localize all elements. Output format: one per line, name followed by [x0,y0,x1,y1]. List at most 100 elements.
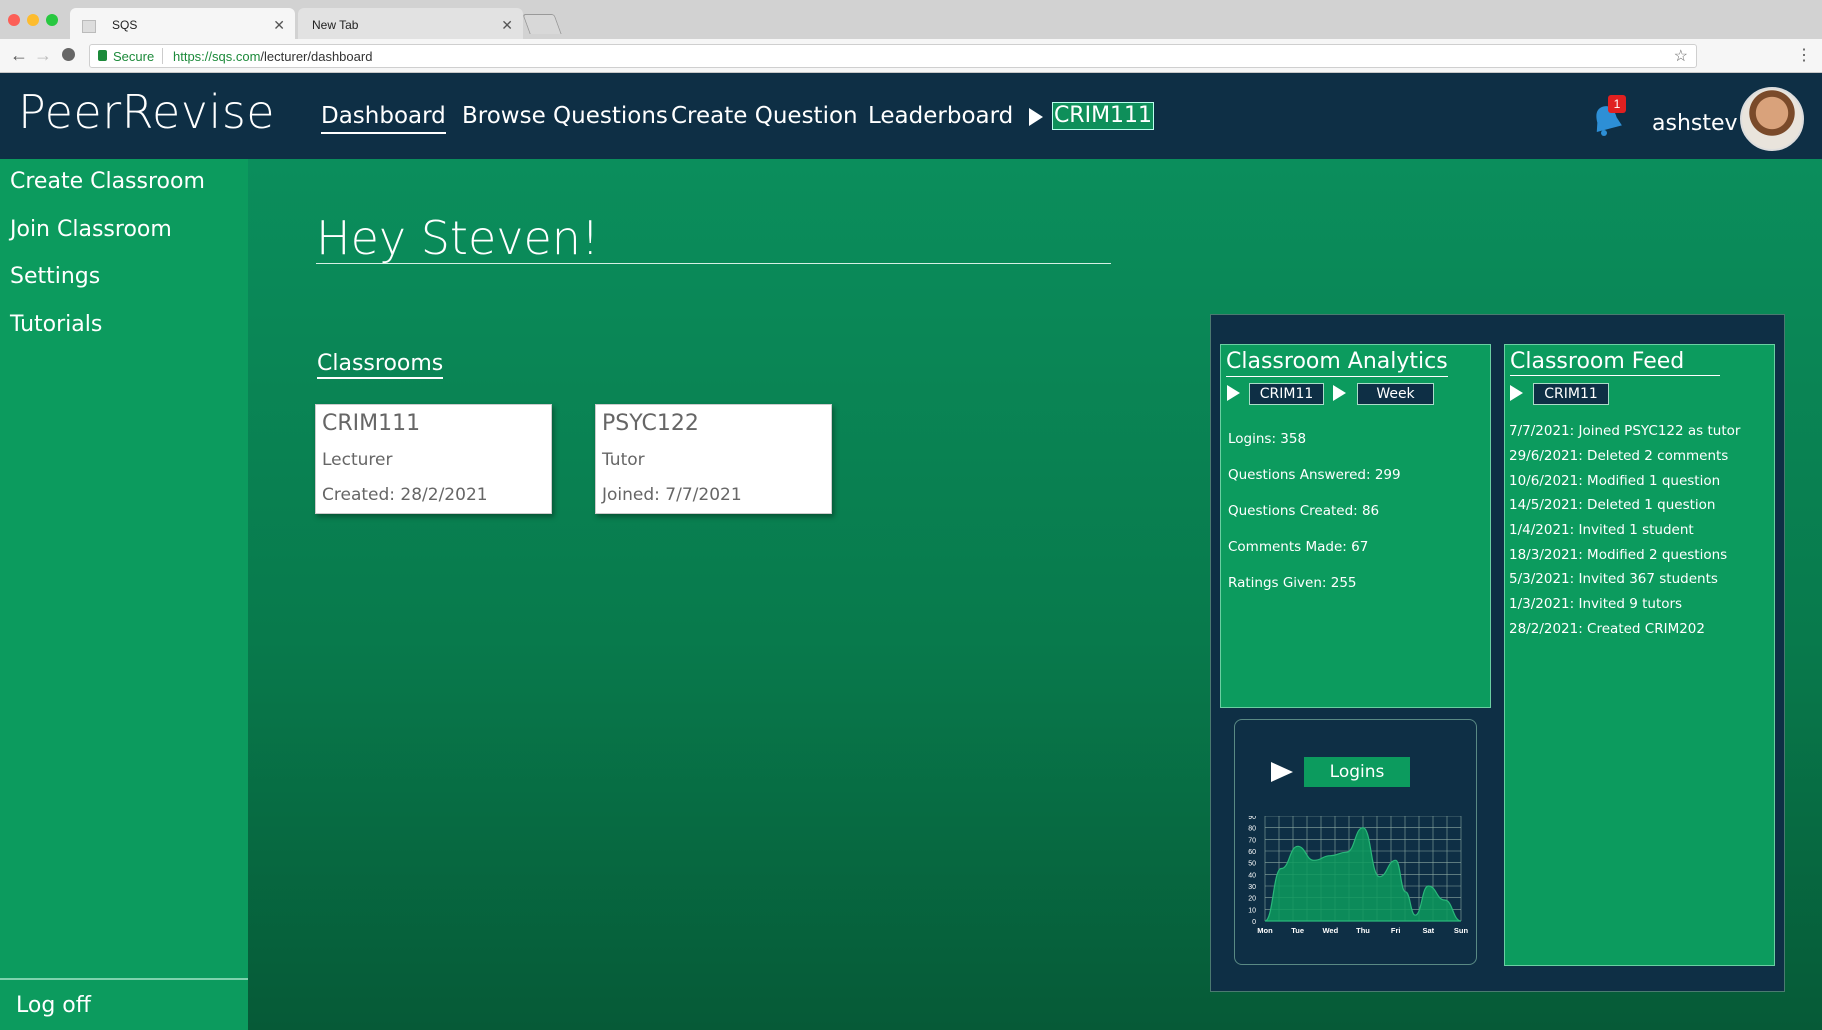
y-tick-label: 40 [1248,872,1256,879]
y-tick-label: 60 [1248,849,1256,856]
browser-tab-new[interactable]: New Tab ✕ [298,8,523,39]
app-header: PeerRevise Dashboard Browse Questions Cr… [0,73,1822,159]
feed-classroom-select[interactable]: CRIM11 [1533,383,1609,405]
secure-label: Secure [113,49,155,64]
feed-item: 28/2/2021: Created CRIM202 [1509,621,1705,637]
y-tick-label: 20 [1248,896,1256,903]
user-avatar[interactable] [1740,87,1804,151]
sidebar-item-create-classroom[interactable]: Create Classroom [10,169,205,194]
classroom-date: Joined: 7/7/2021 [602,485,742,505]
lock-icon [98,50,107,61]
bookmark-star-icon[interactable]: ☆ [1674,46,1688,66]
chart-metric-select[interactable]: Logins [1304,757,1410,787]
classrooms-heading[interactable]: Classrooms [317,351,444,379]
page-favicon-icon [82,20,96,33]
feed-item: 1/3/2021: Invited 9 tutors [1509,596,1683,612]
classroom-role: Tutor [602,450,645,470]
close-window-icon[interactable] [8,14,20,26]
feed-title-underline [1510,375,1720,376]
y-tick-label: 90 [1248,816,1256,821]
x-tick-label: Thu [1356,926,1370,935]
feed-title[interactable]: Classroom Feed [1510,349,1684,374]
feed-item: 1/4/2021: Invited 1 student [1509,522,1694,538]
new-tab-button[interactable] [522,14,562,34]
forward-arrow-icon[interactable]: → [34,45,52,66]
title-divider [316,263,1111,264]
sidebar: Create Classroom Join Classroom Settings… [0,159,248,1030]
analytics-period-select[interactable]: Week [1357,383,1434,405]
url-host: https://sqs.com [173,49,261,64]
play-icon[interactable] [1510,385,1523,401]
x-tick-label: Mon [1257,926,1273,935]
play-icon[interactable] [1271,762,1293,782]
sidebar-item-join-classroom[interactable]: Join Classroom [10,217,172,242]
nav-browse-questions[interactable]: Browse Questions [462,103,668,129]
maximize-window-icon[interactable] [46,14,58,26]
close-tab-icon[interactable]: ✕ [501,17,513,34]
back-arrow-icon[interactable]: ← [10,45,28,66]
play-icon[interactable] [1333,385,1346,401]
y-tick-label: 0 [1252,919,1256,926]
classroom-feed: Classroom Feed CRIM11 7/7/2021: Joined P… [1504,344,1775,966]
browser-tab-bar: SQS ✕ New Tab ✕ [0,0,1822,39]
y-tick-label: 50 [1248,861,1256,868]
feed-item: 18/3/2021: Modified 2 questions [1509,547,1728,563]
feed-item: 10/6/2021: Modified 1 question [1509,473,1721,489]
nav-leaderboard[interactable]: Leaderboard [868,103,1013,129]
analytics-classroom-select[interactable]: CRIM11 [1249,383,1324,405]
play-icon[interactable] [1227,385,1240,401]
stat-ratings-given: Ratings Given: 255 [1228,575,1357,591]
y-tick-label: 10 [1248,907,1256,914]
logins-area-chart: 0 10 20 30 40 50 60 70 80 90 Mon Tue Wed Thu Fri Sat Sun [1248,816,1469,935]
username[interactable]: ashstev [1652,111,1738,136]
logoff-button[interactable]: Log off [0,978,248,1030]
tab-title: SQS [112,18,138,32]
classroom-code: PSYC122 [602,411,699,436]
x-tick-label: Wed [1322,926,1338,935]
dropdown-play-icon[interactable] [1029,108,1043,126]
page-title: Hey Steven! [316,211,600,265]
sidebar-item-tutorials[interactable]: Tutorials [10,312,102,337]
x-tick-label: Sun [1454,926,1469,935]
minimize-window-icon[interactable] [27,14,39,26]
classroom-date: Created: 28/2/2021 [322,485,488,505]
browser-toolbar: ← → Secure https://sqs.com/lecturer/dash… [0,39,1822,73]
analytics-panel: Classroom Analytics CRIM11 Week Logins: … [1210,314,1785,992]
y-tick-label: 70 [1248,837,1256,844]
classroom-card-crim111[interactable]: CRIM111 Lecturer Created: 28/2/2021 [315,404,552,514]
logoff-label: Log off [16,993,91,1018]
classroom-role: Lecturer [322,450,393,470]
tab-title: New Tab [312,18,359,32]
stat-questions-created: Questions Created: 86 [1228,503,1380,519]
url-path: /lecturer/dashboard [260,49,373,64]
x-tick-label: Fri [1391,926,1401,935]
browser-menu-icon[interactable]: ⋮ [1796,45,1812,65]
classroom-code: CRIM111 [322,411,421,436]
y-tick-label: 30 [1248,884,1256,891]
nav-dashboard[interactable]: Dashboard [321,103,446,134]
logins-chart-card: Logins 0 10 20 30 40 50 60 70 80 90 Mon Tue Wed Thu Fr… [1234,719,1477,965]
analytics-title[interactable]: Classroom Analytics [1226,349,1448,377]
classroom-selector[interactable]: CRIM111 [1052,102,1154,130]
classroom-analytics: Classroom Analytics CRIM11 Week Logins: … [1220,344,1491,708]
sidebar-item-settings[interactable]: Settings [10,264,100,289]
stat-comments-made: Comments Made: 67 [1228,539,1369,555]
feed-item: 5/3/2021: Invited 367 students [1509,571,1718,587]
y-tick-label: 80 [1248,826,1256,833]
url-text: https://sqs.com/lecturer/dashboard [173,49,372,64]
x-tick-label: Tue [1291,926,1304,935]
stat-logins: Logins: 358 [1228,431,1307,447]
nav-create-question[interactable]: Create Question [671,103,858,129]
stat-questions-answered: Questions Answered: 299 [1228,467,1401,483]
app-logo[interactable]: PeerRevise [18,85,275,139]
address-bar[interactable]: Secure https://sqs.com/lecturer/dashboar… [89,44,1697,68]
reload-icon[interactable] [62,48,75,61]
feed-item: 14/5/2021: Deleted 1 question [1509,497,1716,513]
close-tab-icon[interactable]: ✕ [273,17,285,34]
classroom-card-psyc122[interactable]: PSYC122 Tutor Joined: 7/7/2021 [595,404,832,514]
browser-tab-sqs[interactable]: SQS ✕ [70,8,295,39]
x-tick-label: Sat [1422,926,1434,935]
notification-count-badge: 1 [1608,95,1626,113]
feed-item: 29/6/2021: Deleted 2 comments [1509,448,1729,464]
feed-item: 7/7/2021: Joined PSYC122 as tutor [1509,423,1741,439]
